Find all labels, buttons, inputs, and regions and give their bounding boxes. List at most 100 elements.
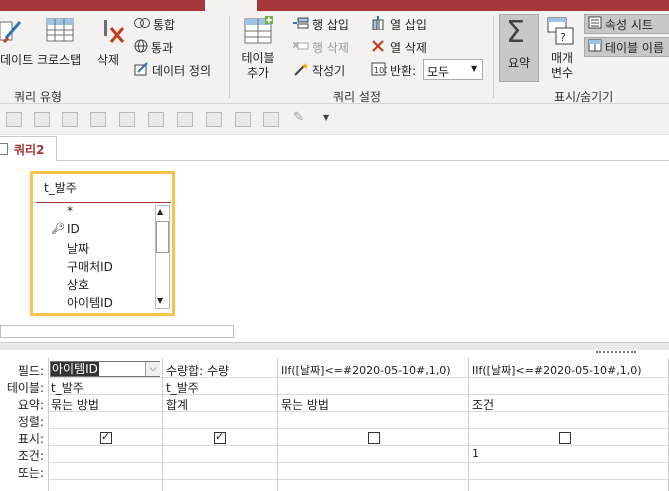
field-value-col3[interactable]: IIf([날짜]<=#2020-05-10#,1,0)	[281, 362, 451, 378]
insert-column-button[interactable]: 열 삽입	[371, 16, 427, 33]
return-select[interactable]: 모두 ▼	[423, 59, 483, 80]
table-field[interactable]: 구매처ID	[67, 258, 113, 275]
horizontal-scrollbar[interactable]	[0, 325, 234, 338]
total-value-col2[interactable]: 합계	[166, 396, 188, 413]
data-definition-label: 데이터 정의	[152, 64, 212, 78]
toolbar-icon[interactable]	[177, 112, 193, 127]
row-label-table: 테이블:	[6, 381, 44, 395]
globe-icon	[134, 39, 148, 56]
update-button[interactable]: 데이트	[0, 51, 33, 68]
table-names-button[interactable]: 테이블 이름	[584, 37, 669, 57]
toolbar-row: ✎ ▼	[0, 104, 669, 135]
show-checkbox-col3[interactable]	[368, 432, 380, 444]
return-label: 반환:	[390, 64, 417, 78]
add-table-icon	[243, 16, 275, 46]
table-field[interactable]: 상호	[67, 276, 89, 293]
return-select-value: 모두	[427, 65, 450, 79]
toolbar-icon[interactable]	[206, 112, 222, 127]
criteria-value-col4[interactable]: 1	[472, 447, 479, 460]
field-value-col2[interactable]: 수량합: 수량	[166, 362, 229, 379]
data-definition-button[interactable]: 데이터 정의	[134, 62, 211, 79]
customize-toolbar-chevron-icon[interactable]: ▼	[323, 113, 329, 122]
delete-query-icon	[102, 18, 126, 46]
table-field[interactable]: ID	[67, 222, 80, 236]
totals-button[interactable]: Σ 요약	[499, 14, 539, 82]
grid-column-divider	[277, 358, 278, 491]
property-sheet-button[interactable]: 속성 시트	[584, 14, 669, 34]
table-field[interactable]: 날짜	[67, 240, 89, 257]
show-checkbox-col4[interactable]	[559, 432, 571, 444]
builder-wand-icon	[293, 62, 309, 79]
primary-key-icon: 🔑︎	[51, 222, 65, 235]
tab-label: 쿼리2	[14, 143, 45, 157]
add-table-button[interactable]: 테이블 추가	[240, 51, 276, 81]
crosstab-button[interactable]: 크로스탭	[37, 51, 81, 68]
table-value-col2[interactable]: t_발주	[166, 379, 199, 396]
insert-row-label: 행 삽입	[312, 18, 349, 32]
svg-text:100: 100	[374, 66, 387, 75]
union-button[interactable]: 통합	[134, 16, 175, 33]
table-field[interactable]: *	[67, 204, 73, 218]
delete-row-button[interactable]: 행 삭제	[292, 39, 349, 56]
pin-icon[interactable]: ✎	[293, 110, 304, 125]
grid-line	[48, 411, 669, 412]
toolbar-icon[interactable]	[90, 112, 106, 127]
grid-line	[48, 394, 669, 395]
active-ribbon-tab[interactable]	[205, 0, 257, 11]
return-icon: 100	[371, 62, 389, 79]
chevron-down-icon[interactable]: ▼	[471, 64, 477, 73]
total-value-col4[interactable]: 조건	[472, 396, 494, 413]
group-divider	[493, 16, 494, 98]
toolbar-icon[interactable]	[263, 112, 279, 127]
row-label-or: 또는:	[17, 466, 44, 480]
toolbar-icon[interactable]	[119, 112, 135, 127]
delete-query-button[interactable]: 삭제	[97, 51, 119, 68]
data-definition-icon	[134, 62, 149, 79]
toolbar-icon[interactable]	[148, 112, 164, 127]
builder-label: 작성기	[312, 64, 346, 78]
scrollbar-thumb[interactable]	[156, 221, 169, 253]
row-label-total: 요약:	[17, 398, 44, 412]
scroll-down-icon[interactable]: ▼	[157, 296, 163, 305]
table-field[interactable]: 아이템ID	[67, 294, 113, 311]
field-value-col4[interactable]: IIf([날짜]<=#2020-05-10#,1,0)	[472, 362, 642, 378]
delete-column-icon	[371, 39, 387, 56]
row-label-criteria: 조건:	[17, 449, 44, 463]
show-checkbox-col1[interactable]	[100, 430, 112, 444]
insert-column-icon	[371, 16, 387, 33]
grid-line	[48, 479, 669, 480]
table-value-col1[interactable]: t_발주	[51, 379, 84, 396]
toolbar-icon[interactable]	[6, 112, 22, 127]
chevron-down-icon[interactable]: ⌵	[145, 362, 160, 376]
passthrough-label: 통과	[151, 41, 174, 55]
grid-line	[48, 462, 669, 463]
parameters-icon: ?	[546, 16, 576, 46]
passthrough-button[interactable]: 통과	[134, 39, 173, 56]
show-checkbox-col2[interactable]	[214, 430, 226, 444]
row-label-show: 표시:	[17, 432, 44, 446]
property-sheet-label: 속성 시트	[605, 17, 653, 32]
grid-column-divider	[468, 358, 469, 491]
field-value-col1[interactable]: 아이템ID	[51, 362, 99, 376]
toolbar-icon[interactable]	[34, 112, 50, 127]
delete-row-label: 행 삭제	[312, 41, 349, 55]
insert-row-button[interactable]: 행 삽입	[293, 16, 349, 33]
query-icon	[0, 143, 8, 155]
grid-column-divider	[162, 358, 163, 491]
column-selector-grip[interactable]	[596, 351, 636, 356]
delete-column-button[interactable]: 열 삭제	[371, 39, 427, 56]
row-label-field: 필드:	[17, 364, 44, 378]
toolbar-icon[interactable]	[62, 112, 78, 127]
scroll-up-icon[interactable]: ▲	[157, 207, 163, 216]
delete-column-label: 열 삭제	[390, 41, 427, 55]
crosstab-icon	[46, 18, 76, 44]
svg-text:?: ?	[560, 31, 566, 44]
table-names-label: 테이블 이름	[605, 40, 665, 55]
toolbar-icon[interactable]	[235, 112, 251, 127]
grid-column-divider	[48, 358, 49, 491]
totals-label: 요약	[508, 56, 531, 70]
builder-button[interactable]: 작성기	[293, 62, 345, 79]
total-value-col3[interactable]: 묶는 방법	[281, 396, 329, 413]
parameters-button[interactable]: 매개 변수	[548, 51, 576, 81]
total-value-col1[interactable]: 묶는 방법	[51, 396, 99, 413]
